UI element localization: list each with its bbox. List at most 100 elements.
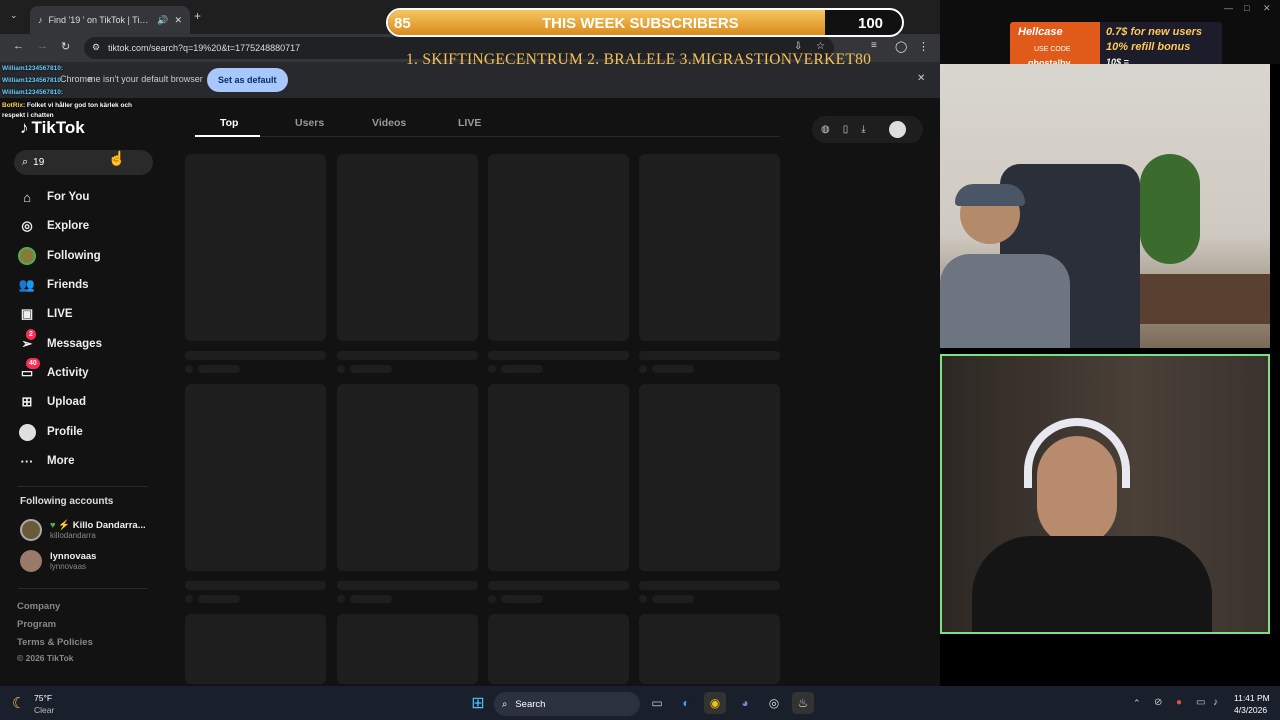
caption-placeholder (639, 351, 780, 360)
footer-terms[interactable]: Terms & Policies (17, 637, 93, 648)
set-as-default-button[interactable]: Set as default (207, 68, 288, 92)
footer-company[interactable]: Company (17, 601, 60, 612)
reload-icon[interactable]: ↻ (61, 40, 70, 53)
search-icon: ⌕ (22, 156, 29, 168)
tab-live[interactable]: LIVE (458, 117, 481, 129)
chrome-icon[interactable]: ◉ (704, 692, 726, 714)
nav-following[interactable]: Following (18, 247, 101, 265)
sub-title: THIS WEEK SUBSCRIBERS (542, 15, 739, 32)
video-card-placeholder[interactable] (337, 384, 478, 571)
tab-search-icon[interactable]: ⌄ (10, 10, 18, 21)
following-account-item[interactable]: ♥ ⚡ Killo Dandarra... killodandarra (20, 519, 146, 541)
tiktok-logo[interactable]: ♪ TikTok (20, 118, 85, 138)
temperature[interactable]: 75°F (34, 693, 52, 703)
plus-icon: ⊞ (21, 394, 33, 409)
video-card-placeholder[interactable] (488, 154, 629, 341)
tray-overflow-icon[interactable]: ⌃ (1133, 698, 1141, 709)
mic-icon[interactable]: ● (1176, 697, 1182, 708)
chat-msg: : (60, 89, 64, 96)
nav-messages[interactable]: ➢ 2 Messages (18, 329, 102, 353)
taskbar-search[interactable]: ⌕ Search (494, 692, 640, 716)
account-handle: lynnovaas (50, 562, 87, 571)
nav-profile[interactable]: Profile (18, 423, 83, 441)
video-card-placeholder[interactable] (337, 154, 478, 341)
plant (1140, 154, 1200, 264)
task-view-icon[interactable]: ▭ (646, 692, 668, 714)
nav-for-you[interactable]: ⌂ For You (18, 188, 89, 206)
nav-friends[interactable]: 👥 Friends (18, 276, 89, 294)
video-card-placeholder[interactable] (337, 614, 478, 684)
phone-icon[interactable]: ▯ (843, 124, 849, 135)
nav-more[interactable]: ··· More (18, 452, 75, 470)
tab-top[interactable]: Top (220, 117, 238, 129)
audio-icon[interactable]: 🔊 (157, 15, 168, 26)
user-avatar[interactable] (888, 121, 906, 138)
clock-time[interactable]: 11:41 PM (1234, 693, 1270, 703)
face-webcam (940, 354, 1270, 634)
divider (18, 486, 148, 487)
hellcase-code-label: USE CODE (1034, 46, 1071, 53)
account-icon[interactable]: ◯ (895, 40, 907, 53)
nav-activity[interactable]: ▭ 40 Activity (18, 358, 89, 382)
author-placeholder (350, 595, 392, 603)
weather-text[interactable]: Clear (34, 705, 54, 715)
maximize-icon[interactable]: □ (1244, 3, 1249, 13)
close-icon[interactable]: ✕ (1263, 3, 1271, 14)
volume-icon[interactable]: ♪ (1213, 697, 1218, 708)
reading-list-icon[interactable]: ≡ (871, 40, 877, 51)
nav-upload[interactable]: ⊞ Upload (18, 393, 86, 411)
back-icon[interactable]: ← (13, 40, 24, 52)
author-placeholder (652, 365, 694, 373)
site-info-icon[interactable]: ⚙ (92, 42, 100, 53)
new-tab-icon[interactable]: + (194, 9, 201, 23)
monitor-icon[interactable]: ▭ (1196, 697, 1205, 708)
tab-users[interactable]: Users (295, 117, 324, 129)
download-icon[interactable]: ⤓ (861, 124, 865, 135)
tab-close-icon[interactable]: ✕ (174, 15, 182, 26)
nav-label: Upload (47, 396, 86, 408)
following-account-item[interactable]: lynnovaas lynnovaas (20, 550, 96, 572)
discord-icon[interactable]: ◕ (734, 692, 756, 714)
network-muted-icon[interactable]: ⊘ (1154, 697, 1162, 708)
author-placeholder (501, 595, 543, 603)
browser-tab[interactable]: ♪ Find '19 ' on TikTok | TikTok 🔊 ✕ (30, 6, 190, 34)
nav-label: For You (47, 191, 90, 203)
video-card-placeholder[interactable] (639, 384, 780, 571)
nav-label: Explore (47, 220, 90, 232)
minimize-icon[interactable]: — (1224, 3, 1233, 13)
menu-icon[interactable]: ⋮ (918, 40, 929, 53)
video-card-placeholder[interactable] (639, 154, 780, 341)
footer-program[interactable]: Program (17, 619, 56, 630)
windows-start-icon[interactable]: ⊞ (467, 692, 489, 714)
video-card-placeholder[interactable] (488, 614, 629, 684)
video-card-placeholder[interactable] (639, 614, 780, 684)
account-name: Killo Dandarra... (72, 520, 146, 531)
nav-explore[interactable]: ◎ Explore (18, 217, 89, 235)
nav-live[interactable]: ▣ LIVE (18, 305, 73, 323)
video-card-placeholder[interactable] (185, 154, 326, 341)
tab-videos[interactable]: Videos (372, 117, 406, 129)
tab-divider (260, 136, 780, 137)
forward-icon[interactable]: → (37, 40, 48, 52)
chat-line: William1234567810: (2, 65, 63, 72)
video-card-placeholder[interactable] (185, 384, 326, 571)
active-tab-indicator (195, 135, 260, 137)
infobar-close-icon[interactable]: ✕ (917, 73, 925, 84)
chat-msg: : (60, 65, 64, 72)
live-heart-icon: ♥ (50, 520, 56, 531)
avatar (20, 519, 42, 541)
room-webcam (940, 64, 1270, 348)
url-text: tiktok.com/search?q=19%20&t=177524888071… (108, 43, 301, 53)
subscriber-goal-bar: 85 THIS WEEK SUBSCRIBERS 100 (386, 8, 904, 37)
clock-date[interactable]: 4/3/2026 (1234, 705, 1267, 715)
video-card-placeholder[interactable] (488, 384, 629, 571)
obs-icon[interactable]: ◎ (763, 692, 785, 714)
cap (955, 184, 1025, 206)
coins-icon[interactable]: ◍ (821, 124, 830, 135)
search-input[interactable]: ⌕ 19 (14, 150, 153, 175)
edge-icon[interactable]: ◐ (675, 692, 697, 714)
moon-weather-icon[interactable]: ☾ (12, 694, 25, 712)
video-card-placeholder[interactable] (185, 614, 326, 684)
inbox-icon: ▭ 40 (18, 358, 40, 382)
steam-icon[interactable]: ♨ (792, 692, 814, 714)
